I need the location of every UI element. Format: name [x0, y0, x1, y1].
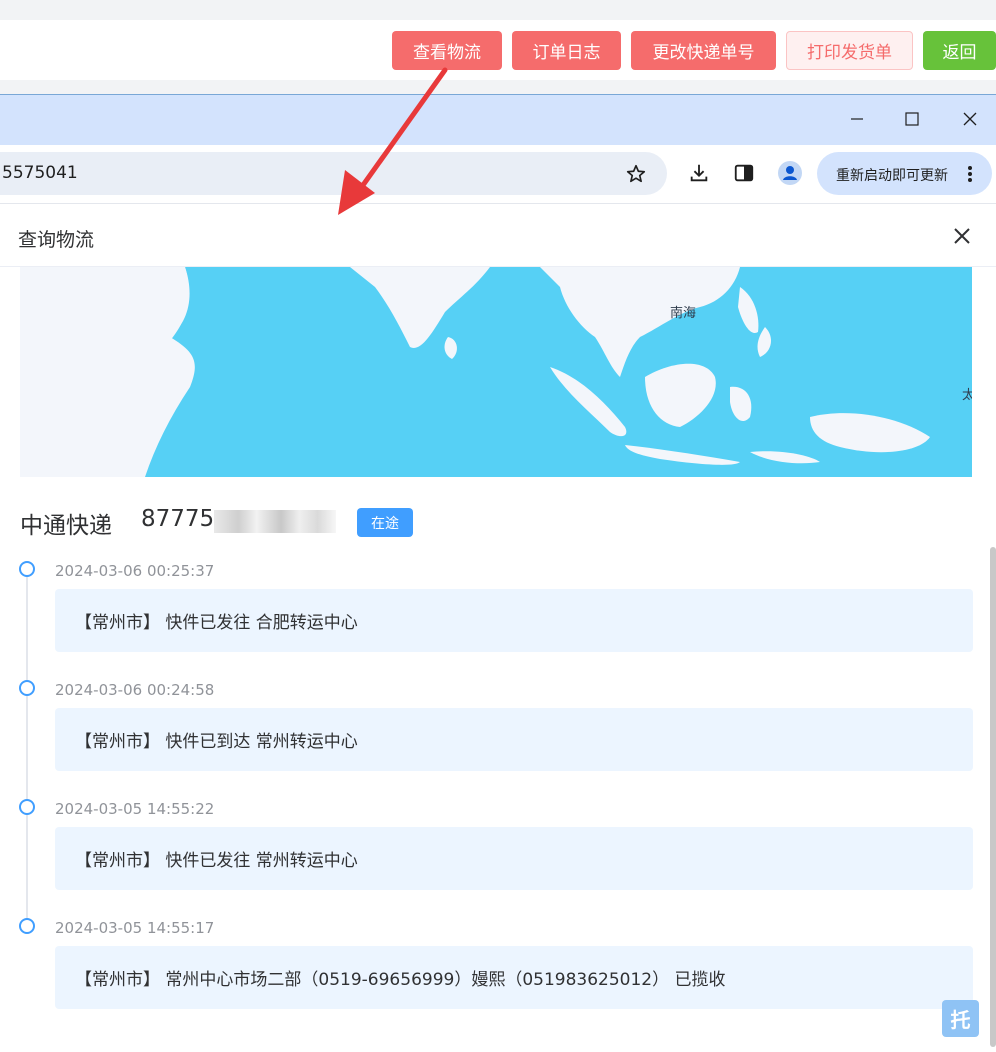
timeline-time: 2024-03-05 14:55:22 [55, 800, 215, 818]
timeline-text: 【常州市】 快件已发往 常州转运中心 [75, 851, 358, 871]
timeline-time: 2024-03-06 00:25:37 [55, 562, 215, 580]
map-label-edge: 太 [962, 388, 972, 403]
timeline-time: 2024-03-05 14:55:17 [55, 919, 215, 937]
timeline-dot [19, 561, 35, 577]
change-tracking-number-button[interactable]: 更改快递单号 [631, 31, 776, 70]
bookmark-star-icon[interactable] [625, 163, 647, 185]
profile-avatar-icon[interactable] [777, 160, 803, 186]
dialog-close-icon[interactable] [950, 224, 974, 248]
tracking-number: 87775 [141, 506, 215, 532]
timeline-time: 2024-03-06 00:24:58 [55, 681, 215, 699]
update-label: 重新启动即可更新 [836, 168, 948, 184]
logistics-map[interactable]: 南海 太 [20, 267, 972, 477]
floating-action-button[interactable]: 托 [942, 1000, 979, 1037]
vertical-scrollbar[interactable] [990, 547, 996, 1047]
address-bar[interactable]: 5575041 [0, 152, 667, 195]
maximize-icon [905, 112, 919, 126]
timeline-entry: 【常州市】 快件已发往 合肥转运中心 [55, 589, 973, 652]
timeline-entry: 【常州市】 快件已发往 常州转运中心 [55, 827, 973, 890]
window-close-button[interactable] [947, 100, 993, 138]
dialog-title: 查询物流 [18, 229, 95, 251]
courier-name: 中通快递 [20, 513, 112, 539]
back-button[interactable]: 返回 [923, 31, 996, 70]
order-log-button[interactable]: 订单日志 [512, 31, 621, 70]
map-label-south-sea: 南海 [670, 305, 696, 321]
redacted-tracking-digits [214, 510, 336, 533]
timeline-text: 【常州市】 常州中心市场二部（0519-69656999）嫚熙（05198362… [75, 970, 726, 990]
timeline-axis [26, 577, 28, 925]
dialog-header: 查询物流 [0, 203, 996, 267]
download-icon[interactable] [688, 162, 710, 184]
timeline-dot [19, 918, 35, 934]
timeline-text: 【常州市】 快件已发往 合肥转运中心 [75, 613, 358, 633]
close-icon [963, 112, 977, 126]
timeline-dot [19, 680, 35, 696]
relaunch-update-button[interactable]: 重新启动即可更新 [817, 152, 992, 195]
timeline-dot [19, 799, 35, 815]
timeline-entry: 【常州市】 常州中心市场二部（0519-69656999）嫚熙（05198362… [55, 946, 973, 1009]
address-text: 5575041 [2, 163, 78, 183]
maximize-button[interactable] [889, 100, 935, 138]
side-panel-icon[interactable] [733, 162, 755, 184]
print-delivery-note-button[interactable]: 打印发货单 [786, 31, 913, 70]
more-menu-icon[interactable] [964, 164, 976, 184]
timeline-entry: 【常州市】 快件已到达 常州转运中心 [55, 708, 973, 771]
minimize-icon [851, 118, 863, 120]
view-logistics-button[interactable]: 查看物流 [392, 31, 502, 70]
timeline-text: 【常州市】 快件已到达 常州转运中心 [75, 732, 358, 752]
minimize-button[interactable] [834, 100, 880, 138]
status-badge: 在途 [357, 508, 413, 537]
